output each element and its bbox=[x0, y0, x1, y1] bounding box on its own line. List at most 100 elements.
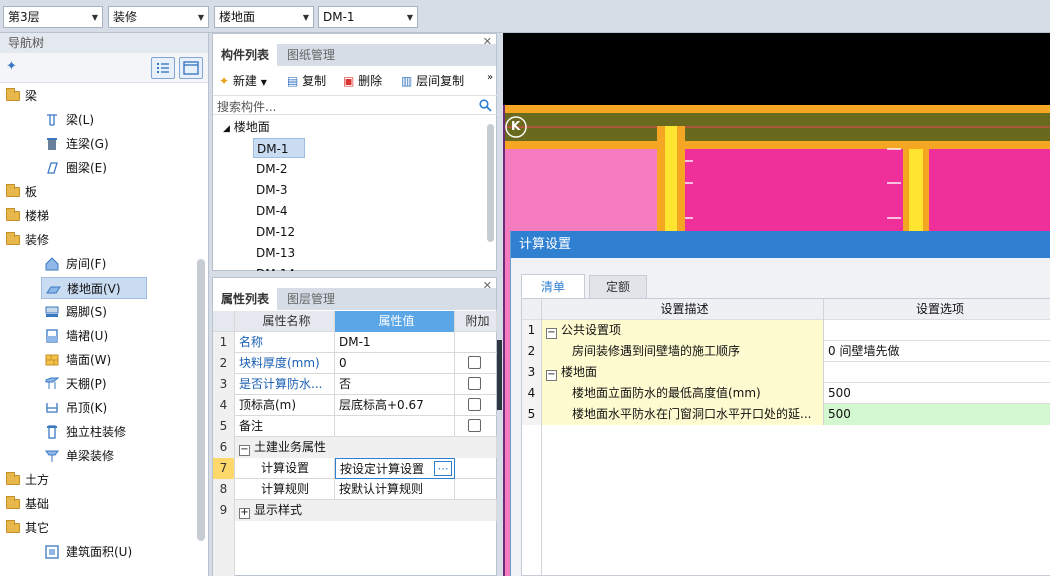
ellipsis-button[interactable]: ⋯ bbox=[434, 461, 452, 476]
property-row[interactable]: 9 + 显示样式 bbox=[213, 500, 497, 521]
collapse-icon[interactable]: − bbox=[546, 328, 557, 339]
component-scrollbar[interactable] bbox=[487, 124, 494, 242]
collapse-icon[interactable]: − bbox=[546, 370, 557, 381]
nav-toolbar: ✦ bbox=[0, 53, 208, 83]
tab-layer-manage[interactable]: 图层管理 bbox=[279, 288, 344, 310]
type-select[interactable]: 楼地面 ▼ bbox=[214, 6, 314, 28]
nav-folder[interactable]: 梁 bbox=[6, 85, 37, 107]
tab-drawing-manage[interactable]: 图纸管理 bbox=[279, 44, 344, 66]
property-row[interactable]: 2 块料厚度(mm) 0 bbox=[213, 353, 497, 374]
component-item[interactable]: DM-2 bbox=[253, 159, 288, 179]
nav-item[interactable]: 踢脚(S) bbox=[44, 301, 107, 323]
component-item[interactable]: DM-1 bbox=[253, 138, 305, 158]
folder-icon bbox=[6, 232, 20, 245]
component-item[interactable]: DM-13 bbox=[253, 243, 295, 263]
nav-item[interactable]: 楼地面(V) bbox=[41, 277, 147, 299]
setting-option[interactable]: 500 bbox=[824, 404, 1050, 425]
nav-item[interactable]: 单梁装修 bbox=[44, 445, 114, 467]
setting-option[interactable]: 0 间壁墙先做 bbox=[824, 341, 1050, 362]
property-name: 是否计算防水... bbox=[235, 374, 335, 395]
property-row[interactable]: 6− 土建业务属性 bbox=[213, 437, 497, 458]
nav-item[interactable]: 连梁(G) bbox=[44, 133, 109, 155]
new-button[interactable]: ✦ 新建 ▼ bbox=[219, 72, 267, 89]
setting-desc: − 公共设置项 bbox=[542, 320, 824, 341]
setting-row[interactable]: 5 楼地面水平防水在门窗洞口水平开口处的延... 500 bbox=[522, 404, 1050, 425]
component-tree-group[interactable]: ◢ 楼地面 bbox=[223, 117, 270, 138]
property-row[interactable]: 7 计算设置 按设定计算设置 ⋯ bbox=[213, 458, 497, 479]
checkbox[interactable] bbox=[468, 398, 481, 411]
nav-label: 连梁(G) bbox=[66, 137, 109, 151]
tab-bill[interactable]: 清单 bbox=[521, 274, 585, 298]
component-item[interactable]: DM-12 bbox=[253, 222, 295, 242]
nav-label: 圈梁(E) bbox=[66, 161, 107, 175]
floor-select[interactable]: 第3层 ▼ bbox=[3, 6, 103, 28]
component-item[interactable]: DM-3 bbox=[253, 180, 288, 200]
property-row[interactable]: 5 备注 bbox=[213, 416, 497, 437]
component-item[interactable]: DM-14 bbox=[253, 264, 295, 271]
nav-item[interactable]: 房间(F) bbox=[44, 253, 106, 275]
folder-icon bbox=[6, 184, 20, 197]
property-value[interactable]: DM-1 bbox=[335, 332, 455, 353]
nav-item[interactable]: 独立柱装修 bbox=[44, 421, 126, 443]
property-value[interactable]: 否 bbox=[335, 374, 455, 395]
setting-row[interactable]: 2 房间装修遇到间壁墙的施工顺序 0 间壁墙先做 bbox=[522, 341, 1050, 362]
property-row[interactable]: 3 是否计算防水... 否 bbox=[213, 374, 497, 395]
setting-option[interactable]: 500 bbox=[824, 383, 1050, 404]
nav-folder[interactable]: 土方 bbox=[6, 469, 49, 491]
nav-folder[interactable]: 楼梯 bbox=[6, 205, 49, 227]
dialog-titlebar[interactable]: 计算设置 bbox=[511, 231, 1050, 258]
expand-all-icon[interactable]: ✦ bbox=[6, 59, 17, 74]
nav-scrollbar[interactable] bbox=[197, 259, 205, 541]
setting-row[interactable]: 3− 楼地面 bbox=[522, 362, 1050, 383]
calc-settings-dialog: 计算设置 清单 定额 设置描述 设置选项 1− 公共设置项 2 房间装修遇到间壁墙的施… bbox=[510, 231, 1050, 576]
checkbox[interactable] bbox=[468, 356, 481, 369]
setting-row[interactable]: 1− 公共设置项 bbox=[522, 320, 1050, 341]
property-value[interactable] bbox=[335, 416, 455, 437]
nav-folder[interactable]: 其它 bbox=[6, 517, 49, 539]
nav-item[interactable]: 建筑面积(U) bbox=[44, 541, 132, 563]
property-value[interactable]: 0 bbox=[335, 353, 455, 374]
nav-item[interactable]: 墙面(W) bbox=[44, 349, 111, 371]
nav-item[interactable]: 墙裙(U) bbox=[44, 325, 108, 347]
nav-folder[interactable]: 基础 bbox=[6, 493, 49, 515]
property-extra bbox=[455, 458, 497, 479]
more-icon[interactable]: » bbox=[487, 72, 493, 83]
property-value[interactable]: 层底标高+0.67 bbox=[335, 395, 455, 416]
nav-label: 板 bbox=[25, 185, 38, 199]
tab-property-list[interactable]: 属性列表 bbox=[213, 288, 278, 310]
component-select[interactable]: DM-1 ▼ bbox=[318, 6, 418, 28]
checkbox[interactable] bbox=[468, 377, 481, 390]
setting-row[interactable]: 4 楼地面立面防水的最低高度值(mm) 500 bbox=[522, 383, 1050, 404]
floor-copy-icon: ▥ bbox=[401, 74, 413, 88]
nav-item[interactable]: 吊顶(K) bbox=[44, 397, 107, 419]
expand-icon[interactable]: + bbox=[239, 508, 250, 519]
nav-item[interactable]: 天棚(P) bbox=[44, 373, 107, 395]
tab-component-list[interactable]: 构件列表 bbox=[213, 44, 278, 66]
category-select[interactable]: 装修 ▼ bbox=[108, 6, 209, 28]
delete-label: 删除 bbox=[358, 74, 383, 88]
nav-folder[interactable]: 装修 bbox=[6, 229, 49, 251]
search-icon[interactable] bbox=[479, 99, 492, 112]
property-value[interactable]: 按默认计算规则 bbox=[335, 479, 455, 500]
collapse-triangle-icon: ◢ bbox=[223, 124, 230, 134]
floor-copy-button[interactable]: ▥ 层间复制 bbox=[401, 72, 464, 89]
property-row[interactable]: 1 名称 DM-1 bbox=[213, 332, 497, 353]
property-row[interactable]: 4 顶标高(m) 层底标高+0.67 bbox=[213, 395, 497, 416]
splitter-handle[interactable] bbox=[497, 340, 502, 410]
checkbox[interactable] bbox=[468, 419, 481, 432]
row-number: 7 bbox=[213, 458, 235, 479]
property-value[interactable]: 按设定计算设置 ⋯ bbox=[335, 458, 455, 479]
component-search-input[interactable]: 搜索构件... bbox=[217, 98, 276, 115]
property-row[interactable]: 8 计算规则 按默认计算规则 bbox=[213, 479, 497, 500]
copy-button[interactable]: ▤ 复制 bbox=[287, 72, 326, 89]
nav-item[interactable]: 梁(L) bbox=[44, 109, 94, 131]
component-item[interactable]: DM-4 bbox=[253, 201, 288, 221]
component-search[interactable]: 搜索构件... bbox=[213, 95, 497, 115]
list-view-button[interactable] bbox=[151, 57, 175, 79]
tab-quota[interactable]: 定额 bbox=[589, 275, 647, 298]
delete-button[interactable]: ▣ 删除 bbox=[343, 72, 382, 89]
nav-folder[interactable]: 板 bbox=[6, 181, 37, 203]
nav-item[interactable]: 圈梁(E) bbox=[44, 157, 107, 179]
panel-view-button[interactable] bbox=[179, 57, 203, 79]
collapse-icon[interactable]: − bbox=[239, 445, 250, 456]
